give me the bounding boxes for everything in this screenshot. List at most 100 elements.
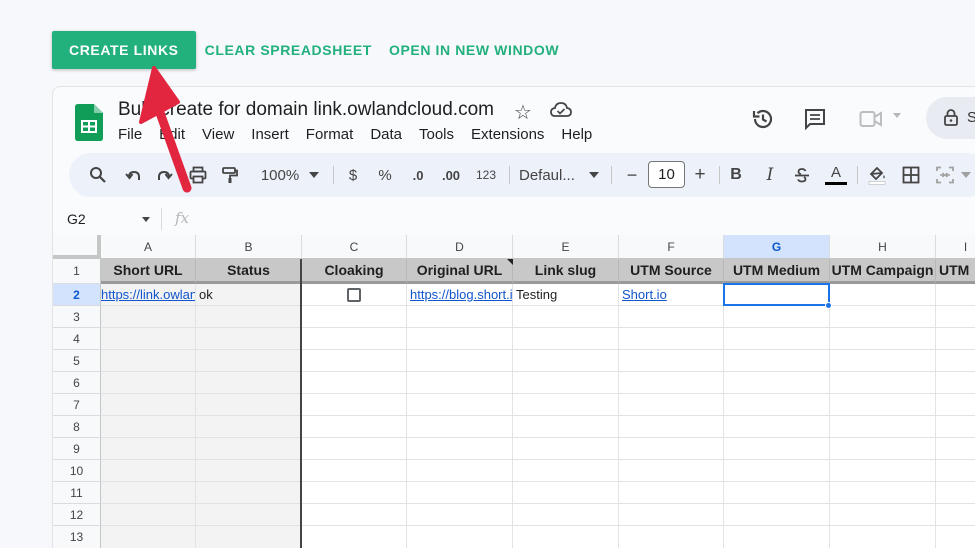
grid-cell[interactable] xyxy=(619,350,724,372)
grid-cell[interactable] xyxy=(513,416,619,438)
select-all-corner[interactable] xyxy=(53,235,101,259)
grid-cell[interactable] xyxy=(513,482,619,504)
grid-cell[interactable] xyxy=(936,416,975,438)
open-new-window-button[interactable]: OPEN IN NEW WINDOW xyxy=(389,42,567,58)
grid-cell[interactable] xyxy=(101,372,196,394)
menu-help[interactable]: Help xyxy=(561,126,592,143)
grid-cell[interactable] xyxy=(724,526,830,548)
header-cell-cloaking[interactable]: Cloaking xyxy=(302,259,407,284)
grid-cell[interactable] xyxy=(302,350,407,372)
header-cell-utm-campaign[interactable]: UTM Campaign xyxy=(830,259,936,284)
grid-cell[interactable] xyxy=(936,504,975,526)
grid-cell[interactable] xyxy=(407,306,513,328)
cell-original-url[interactable]: https://blog.short.io xyxy=(407,284,513,306)
currency-format-button[interactable]: $ xyxy=(341,153,365,197)
column-header-i[interactable]: I xyxy=(936,235,975,259)
grid-cell[interactable] xyxy=(830,416,936,438)
grid-cell[interactable] xyxy=(302,416,407,438)
search-menus-icon[interactable] xyxy=(87,153,109,197)
column-header-e[interactable]: E xyxy=(513,235,619,259)
column-header-a[interactable]: A xyxy=(101,235,196,259)
cell-utm-campaign[interactable] xyxy=(830,284,936,306)
grid-cell[interactable] xyxy=(196,306,302,328)
grid-cell[interactable] xyxy=(619,526,724,548)
menu-data[interactable]: Data xyxy=(370,126,402,143)
share-button[interactable]: S xyxy=(926,97,975,139)
grid-cell[interactable] xyxy=(936,482,975,504)
row-header-10[interactable]: 10 xyxy=(53,460,101,482)
decrease-font-size-button[interactable]: − xyxy=(621,153,643,197)
increase-decimal-button[interactable]: .00 xyxy=(437,153,465,197)
decrease-decimal-button[interactable]: .0 xyxy=(405,153,431,197)
grid-cell[interactable] xyxy=(302,328,407,350)
grid-cell[interactable] xyxy=(407,482,513,504)
name-box[interactable]: G2 xyxy=(67,211,86,227)
frozen-column-divider[interactable] xyxy=(300,259,302,548)
grid-cell[interactable] xyxy=(407,394,513,416)
grid-cell[interactable] xyxy=(407,372,513,394)
grid-cell[interactable] xyxy=(513,526,619,548)
grid-cell[interactable] xyxy=(724,394,830,416)
grid-cell[interactable] xyxy=(302,504,407,526)
grid-cell[interactable] xyxy=(407,350,513,372)
grid-cell[interactable] xyxy=(724,306,830,328)
grid-cell[interactable] xyxy=(513,394,619,416)
header-cell-utm-medium[interactable]: UTM Medium xyxy=(724,259,830,284)
grid-cell[interactable] xyxy=(830,350,936,372)
cloud-status-icon[interactable] xyxy=(550,101,572,119)
italic-button[interactable]: I xyxy=(759,153,781,197)
grid-cell[interactable] xyxy=(936,394,975,416)
grid-cell[interactable] xyxy=(302,306,407,328)
name-box-caret-icon[interactable] xyxy=(142,217,150,222)
grid-cell[interactable] xyxy=(513,438,619,460)
grid-cell[interactable] xyxy=(936,306,975,328)
sheets-logo-icon[interactable] xyxy=(75,104,103,141)
header-cell-utm-term[interactable]: UTM xyxy=(936,259,975,284)
grid-cell[interactable] xyxy=(302,372,407,394)
paint-format-icon[interactable] xyxy=(219,153,241,197)
document-title[interactable]: Bulk create for domain link.owlandcloud.… xyxy=(118,99,494,121)
grid-cell[interactable] xyxy=(196,372,302,394)
create-links-button[interactable]: CREATE LINKS xyxy=(52,31,196,69)
grid-cell[interactable] xyxy=(302,526,407,548)
grid-cell[interactable] xyxy=(196,350,302,372)
strikethrough-icon[interactable] xyxy=(791,153,813,197)
version-history-icon[interactable] xyxy=(751,107,775,131)
percent-format-button[interactable]: % xyxy=(373,153,397,197)
menu-insert[interactable]: Insert xyxy=(251,126,289,143)
merge-cells-icon[interactable] xyxy=(933,153,957,197)
text-color-button[interactable]: A xyxy=(823,153,849,197)
grid-cell[interactable] xyxy=(619,306,724,328)
grid-cell[interactable] xyxy=(196,438,302,460)
grid-cell[interactable] xyxy=(101,306,196,328)
grid-cell[interactable] xyxy=(724,350,830,372)
column-header-g[interactable]: G xyxy=(724,235,830,259)
grid-cell[interactable] xyxy=(196,504,302,526)
grid-cell[interactable] xyxy=(513,372,619,394)
undo-icon[interactable] xyxy=(122,153,144,197)
grid-cell[interactable] xyxy=(407,438,513,460)
grid-cell[interactable] xyxy=(302,460,407,482)
grid-cell[interactable] xyxy=(101,438,196,460)
grid-cell[interactable] xyxy=(619,482,724,504)
column-header-f[interactable]: F xyxy=(619,235,724,259)
row-header-11[interactable]: 11 xyxy=(53,482,101,504)
row-header-5[interactable]: 5 xyxy=(53,350,101,372)
grid-cell[interactable] xyxy=(619,394,724,416)
row-header-13[interactable]: 13 xyxy=(53,526,101,548)
grid-cell[interactable] xyxy=(101,394,196,416)
grid-cell[interactable] xyxy=(830,460,936,482)
meet-camera-icon[interactable] xyxy=(859,109,883,129)
zoom-caret-icon[interactable] xyxy=(307,153,321,197)
row-header-7[interactable]: 7 xyxy=(53,394,101,416)
cell-link-slug[interactable]: Testing xyxy=(513,284,619,306)
grid-cell[interactable] xyxy=(302,482,407,504)
grid-cell[interactable] xyxy=(407,416,513,438)
header-cell-original-url[interactable]: Original URL xyxy=(407,259,513,284)
grid-cell[interactable] xyxy=(101,482,196,504)
increase-font-size-button[interactable]: + xyxy=(689,153,711,197)
bold-button[interactable]: B xyxy=(725,153,747,197)
grid-cell[interactable] xyxy=(830,482,936,504)
cell-short-url[interactable]: https://link.owlandcloud.com xyxy=(101,284,196,306)
menu-extensions[interactable]: Extensions xyxy=(471,126,544,143)
